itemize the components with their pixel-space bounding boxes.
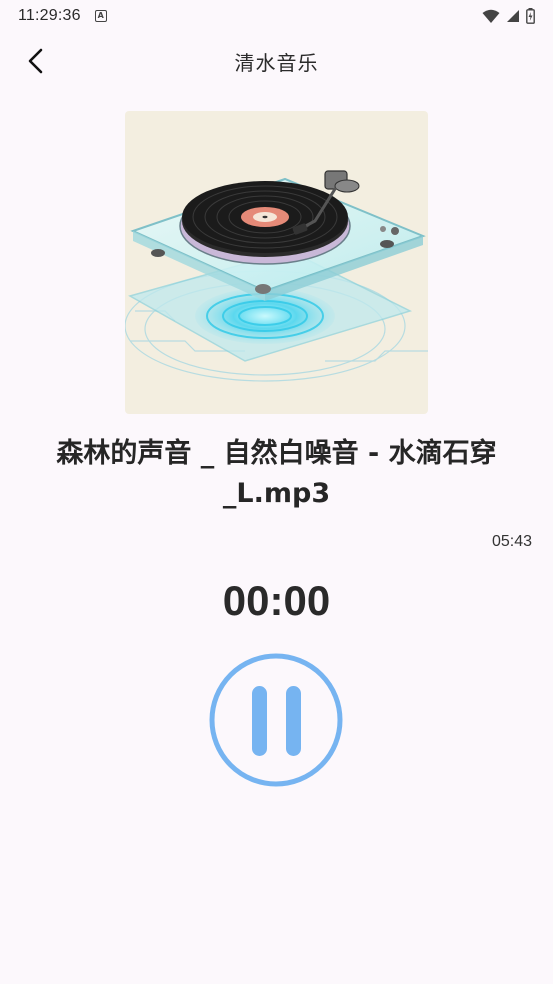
cellular-signal-icon: [507, 10, 519, 22]
notification-app-icon: A: [94, 10, 107, 22]
album-art-image: [125, 111, 428, 414]
page-title: 清水音乐: [234, 50, 319, 75]
status-time: 11:29:36: [18, 7, 81, 24]
back-button[interactable]: [18, 45, 54, 77]
wifi-icon: [482, 9, 500, 23]
pause-icon: [209, 653, 343, 787]
pause-button[interactable]: [209, 653, 343, 787]
battery-icon: [526, 8, 535, 24]
app-bar: 清水音乐: [0, 32, 553, 90]
elapsed-time: 00:00: [222, 577, 331, 624]
track-duration: 05:43: [491, 533, 532, 550]
chevron-left-icon: [28, 48, 43, 74]
status-bar: 11:29:36 A: [0, 0, 553, 32]
track-title: 森林的声音 _ 自然白噪音 - 水滴石穿_L.mp3: [56, 438, 497, 509]
